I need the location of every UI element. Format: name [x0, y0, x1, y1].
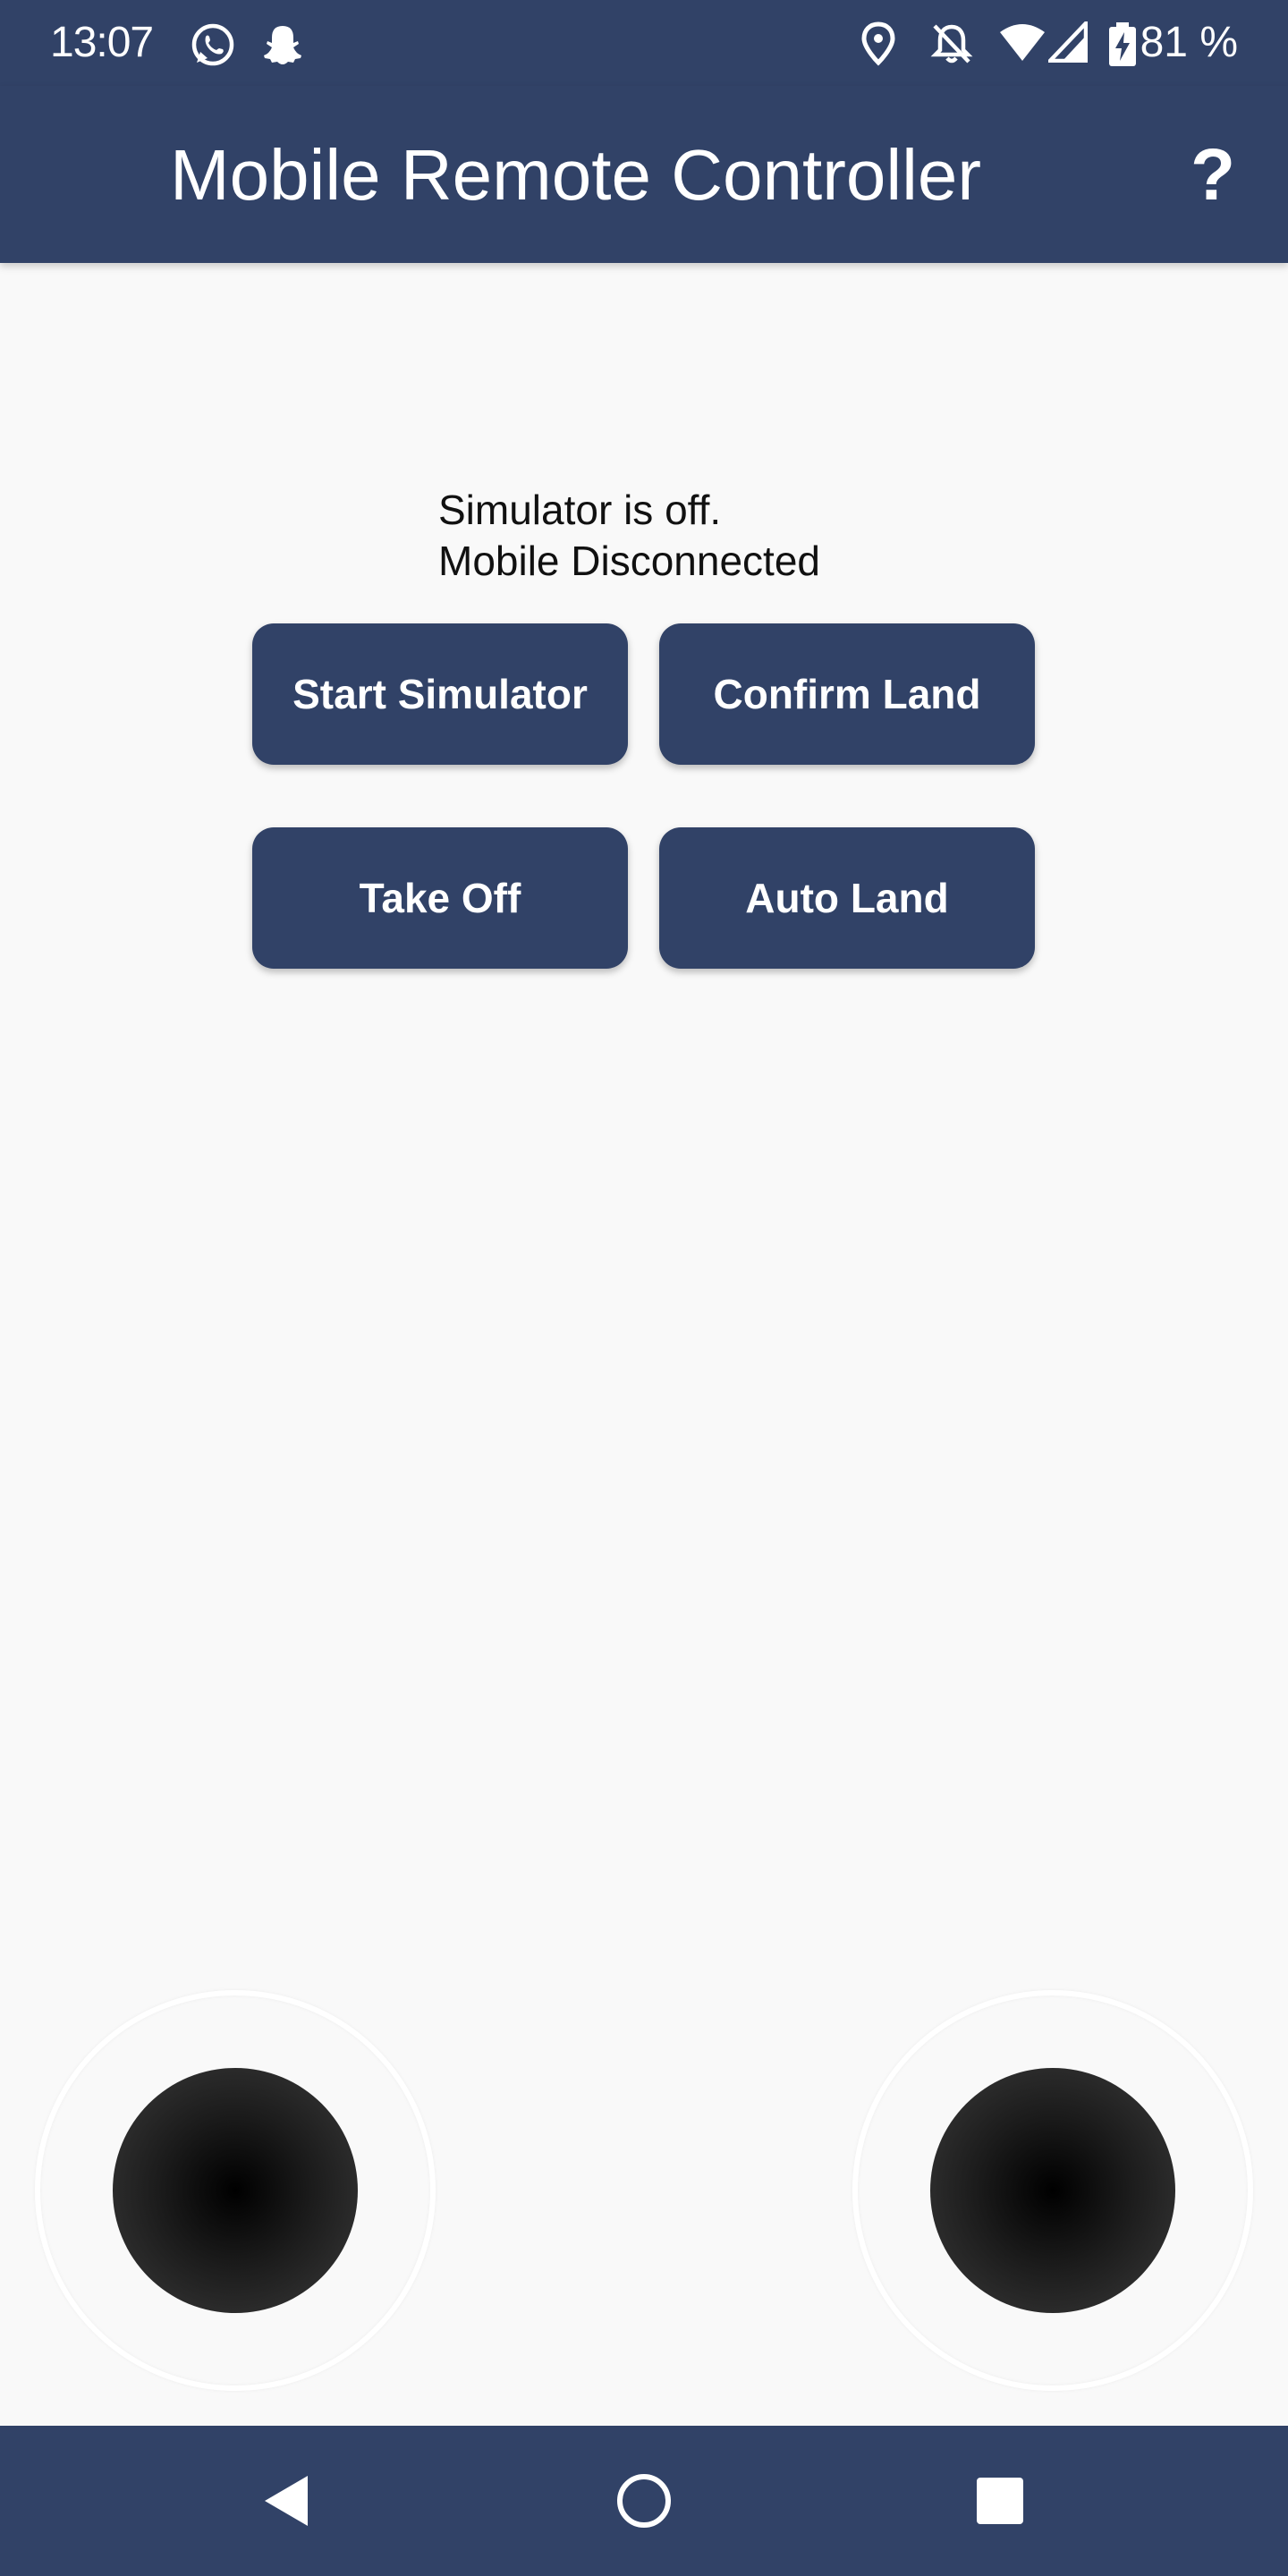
confirm-land-button[interactable]: Confirm Land — [659, 623, 1035, 765]
location-icon — [860, 21, 896, 71]
signal-icon — [1045, 18, 1089, 67]
bell-off-icon — [930, 21, 973, 71]
navigation-bar — [0, 2426, 1288, 2576]
take-off-button[interactable]: Take Off — [252, 827, 628, 969]
help-button[interactable]: ? — [1172, 131, 1254, 220]
home-button[interactable] — [572, 2426, 716, 2576]
simulator-status: Simulator is off. — [438, 487, 722, 533]
right-joystick-knob[interactable] — [930, 2068, 1175, 2313]
left-joystick-knob[interactable] — [113, 2068, 358, 2313]
back-icon — [265, 2476, 308, 2526]
back-button[interactable] — [215, 2426, 358, 2576]
status-bar: 13:07 81 % — [0, 0, 1288, 86]
recents-button[interactable] — [928, 2426, 1072, 2576]
start-simulator-button[interactable]: Start Simulator — [252, 623, 628, 765]
battery-charging-icon — [1107, 21, 1138, 72]
status-text: Simulator is off. Mobile Disconnected — [438, 485, 820, 587]
app-bar: Mobile Remote Controller ? — [0, 86, 1288, 263]
battery-percentage: 81 % — [1140, 19, 1238, 66]
whatsapp-icon — [190, 21, 236, 72]
connection-status: Mobile Disconnected — [438, 538, 821, 584]
status-time: 13:07 — [50, 19, 154, 66]
auto-land-button[interactable]: Auto Land — [659, 827, 1035, 969]
recents-icon — [977, 2478, 1023, 2524]
page-title: Mobile Remote Controller — [170, 135, 982, 215]
home-icon — [617, 2474, 671, 2528]
snapchat-icon — [259, 21, 306, 72]
wifi-icon — [998, 21, 1046, 67]
